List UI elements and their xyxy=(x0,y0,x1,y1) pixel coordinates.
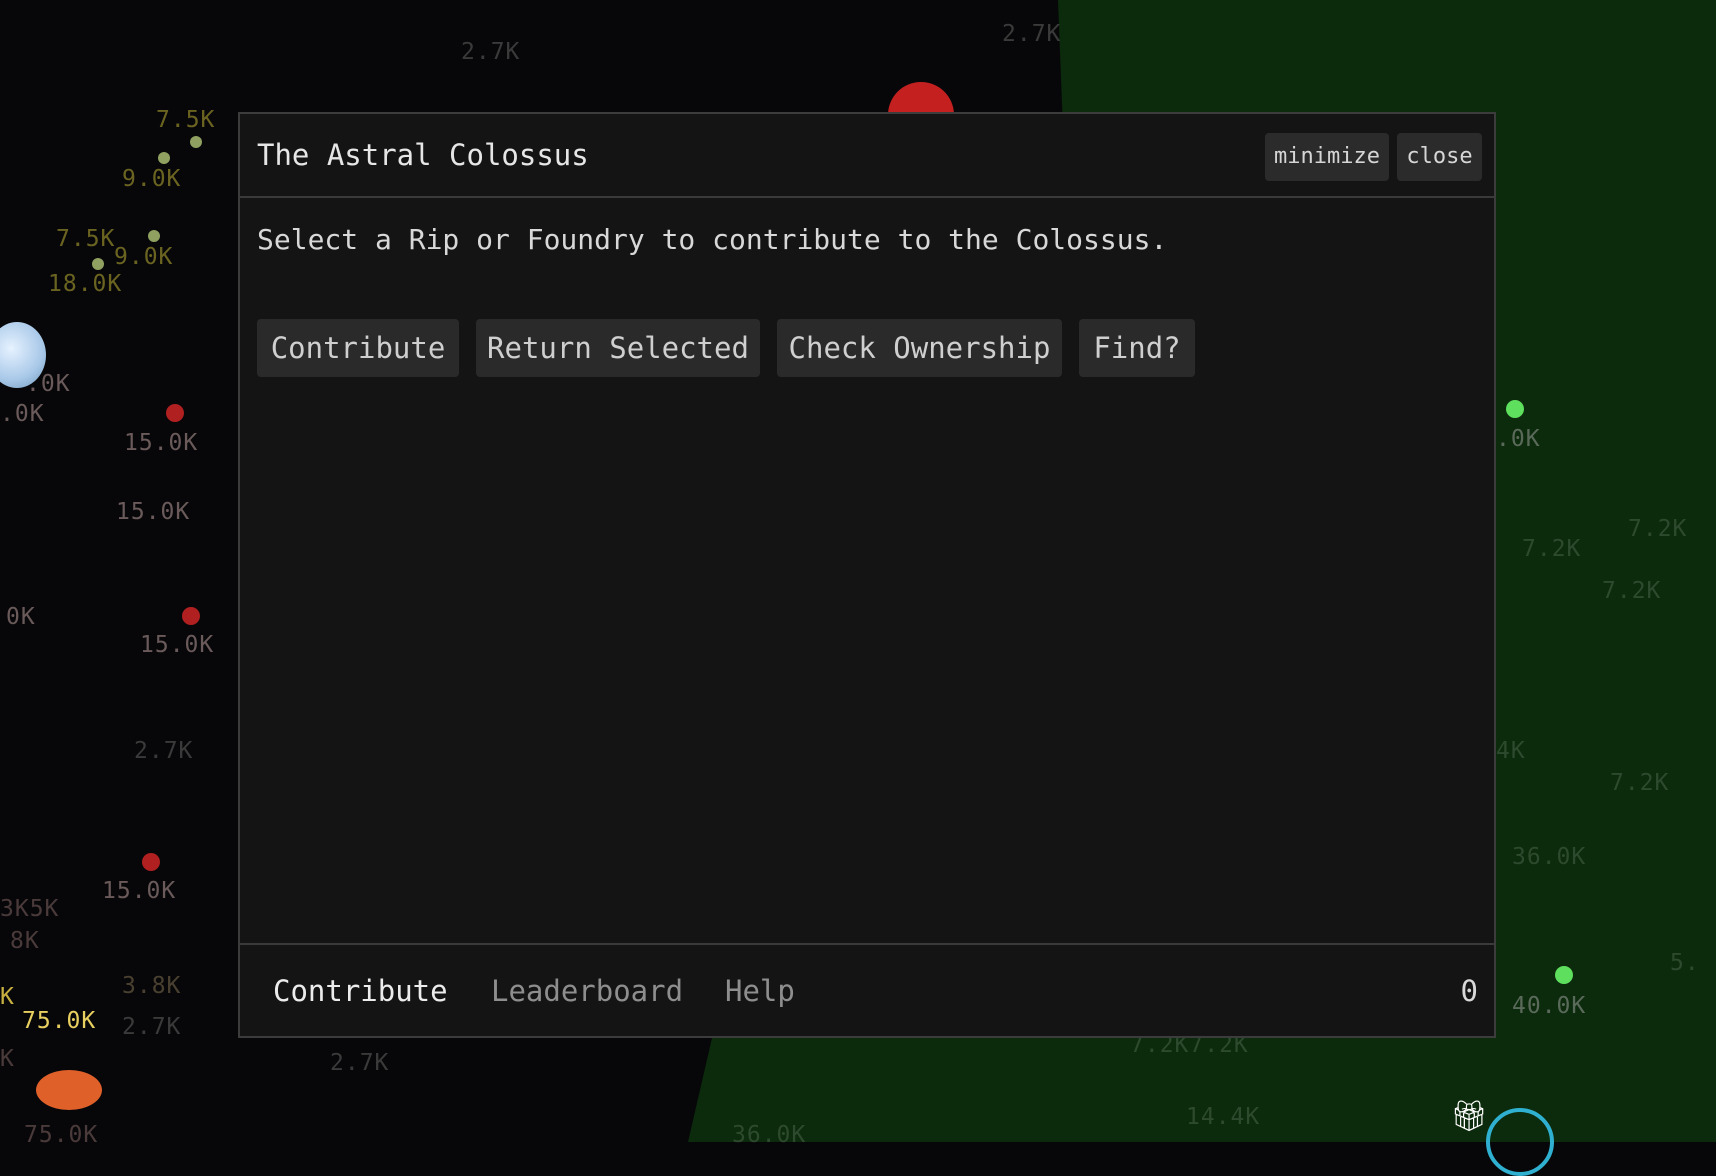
find-button[interactable]: Find? xyxy=(1079,319,1195,377)
map-label: K xyxy=(0,1046,15,1072)
footer-count: 0 xyxy=(1460,974,1478,1008)
ring-marker xyxy=(1486,1108,1554,1176)
map-label: 2.7K xyxy=(122,1014,182,1040)
planet-olive-2[interactable] xyxy=(158,152,170,164)
gift-icon[interactable]: 🎁︎ xyxy=(1450,1102,1488,1132)
map-label: 15.0K xyxy=(116,499,191,525)
return-selected-button[interactable]: Return Selected xyxy=(476,319,760,377)
colossus-dialog: The Astral Colossus minimize close Selec… xyxy=(238,112,1496,1038)
map-label: K xyxy=(0,984,15,1010)
map-label: 3K5K xyxy=(0,896,60,922)
map-label: 7.2K xyxy=(1522,536,1582,562)
map-label: 2.7K xyxy=(134,738,194,764)
map-label: 14.4K xyxy=(1186,1104,1261,1130)
map-label: 4K xyxy=(1496,738,1526,764)
map-label: .0K xyxy=(26,371,71,397)
map-label: 15.0K xyxy=(124,430,199,456)
check-ownership-button[interactable]: Check Ownership xyxy=(777,319,1062,377)
planet-green-2[interactable] xyxy=(1555,966,1573,984)
map-label: 18.0K xyxy=(48,271,123,297)
map-label: 75.0K xyxy=(24,1122,99,1148)
map-label: 7.2K xyxy=(1610,770,1670,796)
map-label: 7.5K xyxy=(56,226,116,252)
map-label: 9.0K xyxy=(114,244,174,270)
map-label: 2.7K xyxy=(330,1050,390,1076)
map-label: .0K xyxy=(0,401,45,427)
minimize-button[interactable]: minimize xyxy=(1265,133,1389,181)
tab-help[interactable]: Help xyxy=(725,977,795,1006)
map-label: .0K xyxy=(1496,426,1541,452)
map-label: 8K xyxy=(10,928,40,954)
close-button[interactable]: close xyxy=(1397,133,1482,181)
map-label: 7.2K xyxy=(1602,578,1662,604)
map-label: 75.0K xyxy=(22,1008,97,1034)
map-label: 5. xyxy=(1670,950,1700,976)
map-label: 7.2K xyxy=(1628,516,1688,542)
dialog-header: The Astral Colossus minimize close xyxy=(240,114,1494,198)
instruction-text: Select a Rip or Foundry to contribute to… xyxy=(257,223,1168,256)
planet-olive-4[interactable] xyxy=(92,258,104,270)
tab-leaderboard[interactable]: Leaderboard xyxy=(491,977,683,1006)
map-label: 15.0K xyxy=(102,878,177,904)
map-label: 15.0K xyxy=(140,632,215,658)
map-label: 9.0K xyxy=(122,166,182,192)
map-label: 3.8K xyxy=(122,973,182,999)
map-label: 7.5K xyxy=(156,107,216,133)
planet-small-red-3[interactable] xyxy=(142,853,160,871)
map-label: 36.0K xyxy=(1512,844,1587,870)
map-label: 40.0K xyxy=(1512,993,1587,1019)
contribute-button[interactable]: Contribute xyxy=(257,319,459,377)
planet-small-red-1[interactable] xyxy=(166,404,184,422)
planet-olive-1[interactable] xyxy=(190,136,202,148)
map-label: 0K xyxy=(6,604,36,630)
dialog-title: The Astral Colossus xyxy=(257,138,589,172)
planet-green-1[interactable] xyxy=(1506,400,1524,418)
dialog-footer: Contribute Leaderboard Help 0 xyxy=(240,943,1494,1036)
map-label: 36.0K xyxy=(732,1122,807,1148)
map-label: 2.7K xyxy=(1002,21,1062,47)
planet-small-red-2[interactable] xyxy=(182,607,200,625)
planet-olive-3[interactable] xyxy=(148,230,160,242)
map-label: 2.7K xyxy=(461,39,521,65)
planet-orange[interactable] xyxy=(36,1070,102,1110)
tab-contribute[interactable]: Contribute xyxy=(273,977,448,1006)
